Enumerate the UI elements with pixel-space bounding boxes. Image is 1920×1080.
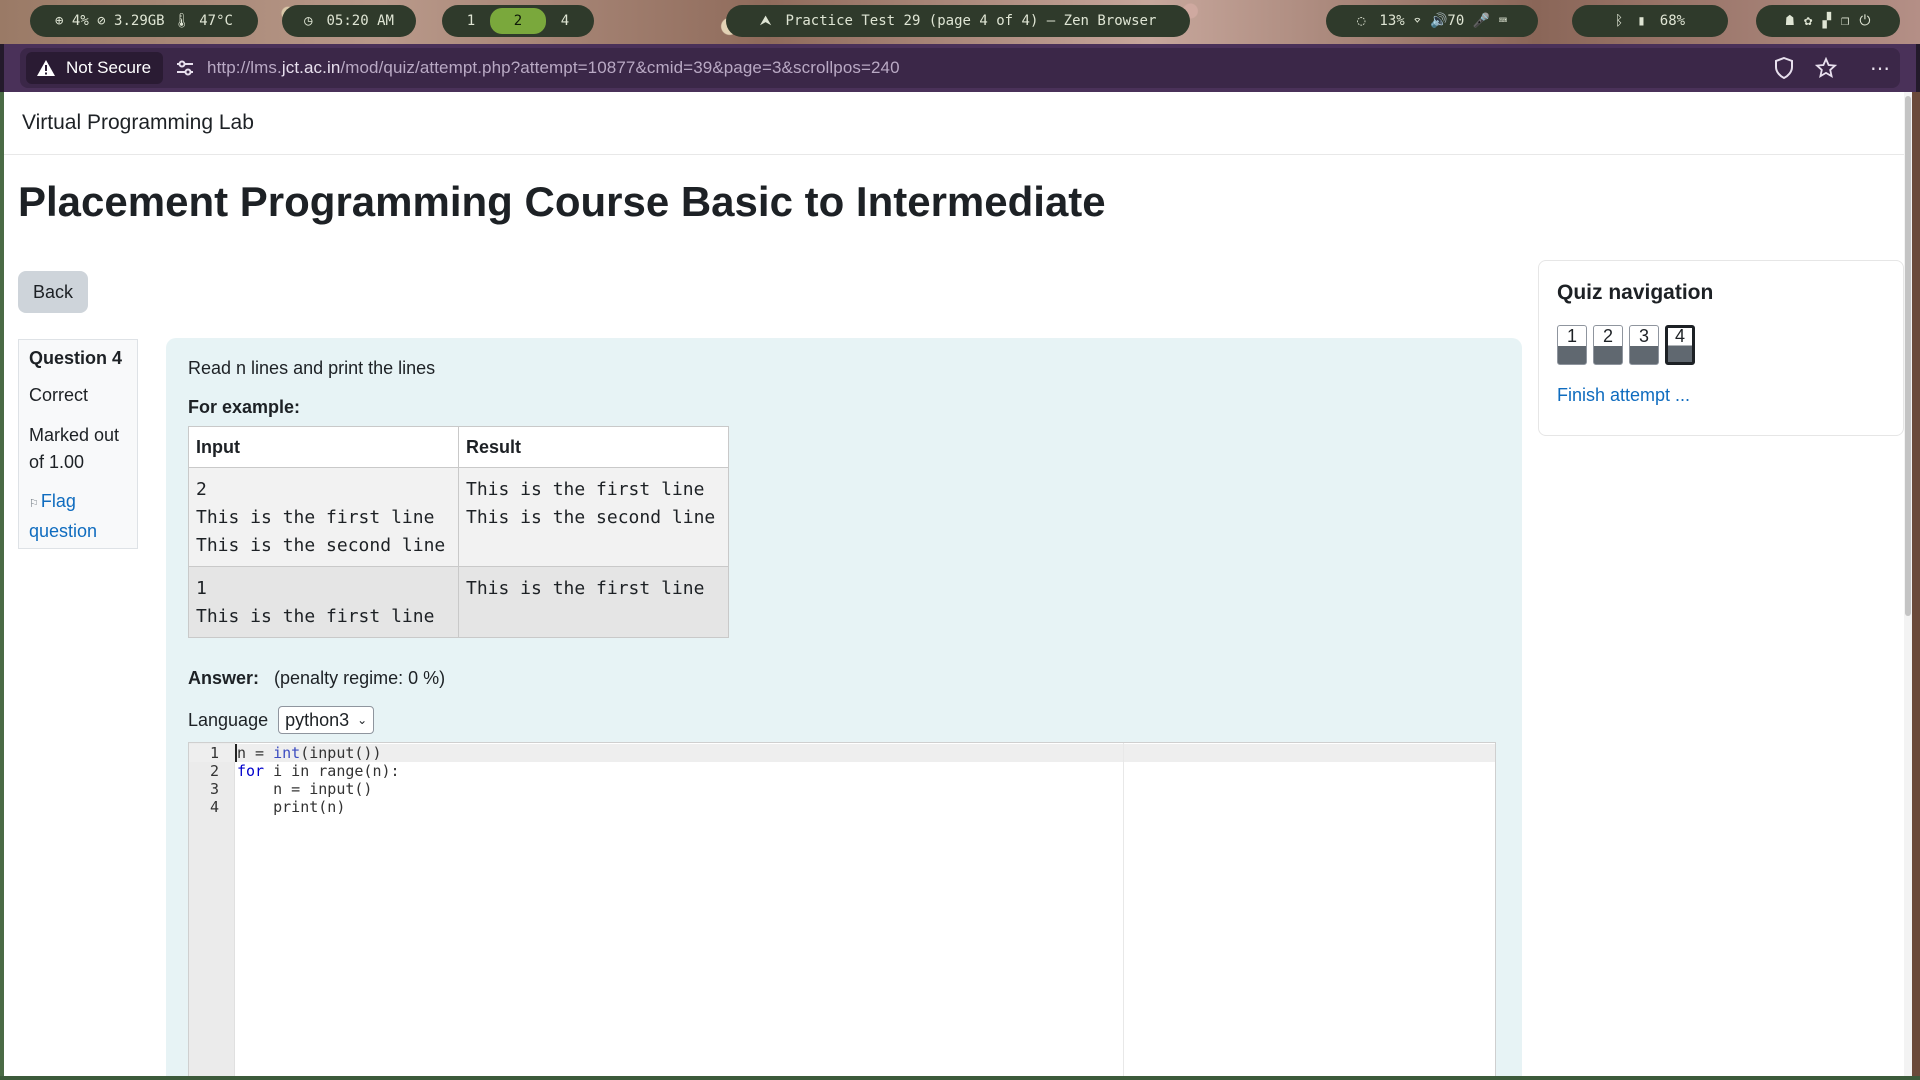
grid-icon[interactable]: ▞ [1822,13,1830,29]
example-table: Input Result 2 This is the first line Th… [188,426,729,638]
page-scrollbar[interactable] [1904,92,1912,1080]
flag-question-link[interactable]: ⚐ Flag question [29,488,127,545]
code-line: 1 n = int(input()) [189,744,1495,762]
battery-icon: ▮ [1637,13,1646,29]
code-text: print(n) [237,798,346,816]
palette-icon[interactable]: ✿ [1804,13,1812,29]
flag-question-label: Flag question [29,491,98,541]
url-path: /mod/quiz/attempt.php?attempt=10877&cmid… [340,58,900,77]
site-navbar: Virtual Programming Lab [4,92,1912,155]
question-text: Read n lines and print the lines [188,358,436,378]
question-state: Correct [29,385,89,405]
line-number: 2 [209,762,219,780]
workspace-1[interactable]: 1 [458,13,484,29]
language-label: Language [188,709,269,730]
example-input-cell: 1 This is the first line [188,566,459,638]
code-editor[interactable]: 1 n = int(input()) 2 for i in range(n): … [188,742,1496,1080]
code-line: 3 n = input() [189,780,1495,798]
flag-icon: ⚐ [29,498,39,510]
example-result-cell: This is the first line This is the secon… [458,467,729,567]
cpu-ring-icon: ◌ [1356,13,1366,29]
bookmark-star-icon[interactable] [1814,56,1838,80]
system-status-pill[interactable]: ◌ 13% ⌔ 🔊70 🎤 ⌨ [1326,5,1538,37]
site-settings-icon[interactable] [173,56,197,80]
question-info-panel: Question 4 Correct Marked out of 1.00 ⚐ F… [18,339,138,549]
window-border-bottom [0,1076,1920,1080]
more-menu-icon[interactable]: ⋯ [1868,56,1892,80]
security-label: Not Secure [66,58,152,77]
workspace-2-active[interactable]: 2 [490,8,546,34]
code-line: 2 for i in range(n): [189,762,1495,780]
workspace-4[interactable]: 4 [552,13,578,29]
power-icon[interactable]: ⏻ [1859,13,1870,29]
workspaces-pill: 1 2 4 [442,5,594,37]
answer-header: Answer: (penalty regime: 0 %) [188,668,445,689]
chevron-down-icon: ⌄ [357,713,368,727]
system-stats-text: ⊕ 4% ⊘ 3.29GB 🌡 47°C [55,13,233,29]
penalty-text: (penalty regime: 0 %) [274,668,446,688]
window-title: Practice Test 29 (page 4 of 4) — Zen Bro… [785,13,1157,29]
language-row: Language python3 ⌄ [188,706,375,734]
system-top-bar: ⊕ 4% ⊘ 3.29GB 🌡 47°C ◷ 05:20 AM 1 2 4 ⮝ … [0,0,1920,44]
battery-text: 68% [1659,13,1686,29]
example-result-cell: This is the first line [458,566,729,638]
quiz-nav-button-3[interactable]: 3 [1629,325,1659,365]
example-label: For example: [188,397,301,417]
quiz-navigation-buttons: 1 2 3 4 [1557,325,1695,365]
scrollbar-thumb[interactable] [1905,96,1911,616]
question-number: Question 4 [29,348,123,368]
question-formulation: Read n lines and print the lines For exa… [166,338,1522,1080]
language-select[interactable]: python3 ⌄ [278,706,375,734]
system-stats-pill: ⊕ 4% ⊘ 3.29GB 🌡 47°C [30,5,258,37]
clock-icon: ◷ [304,13,313,29]
ghost-icon[interactable]: ☗ [1786,13,1794,29]
question-grade: Marked out of 1.00 [29,425,120,472]
quiz-nav-button-1[interactable]: 1 [1557,325,1587,365]
clock-text: 05:20 AM [326,13,394,29]
language-value: python3 [285,709,350,730]
clock-pill[interactable]: ◷ 05:20 AM [282,5,416,37]
code-text: for i in range(n): [237,762,400,780]
line-number: 3 [209,780,219,798]
example-table-header: Input Result [188,426,729,468]
url-prefix: http://lms. [207,58,282,77]
url-domain: jct.ac.in [281,58,341,77]
finish-attempt-link[interactable]: Finish attempt ... [1557,385,1690,406]
code-line: 4 print(n) [189,798,1495,816]
line-number: 1 [209,744,219,762]
system-status-text: 13% ⌔ 🔊70 🎤 ⌨ [1379,13,1508,29]
address-bar[interactable]: Not Secure http://lms.jct.ac.in/mod/quiz… [20,48,1900,88]
line-number: 4 [209,798,219,816]
window-border-left [0,92,4,1080]
web-page: Virtual Programming Lab Placement Progra… [4,92,1912,1080]
code-text: n = input() [237,780,373,798]
table-row: 2 This is the first line This is the sec… [188,467,729,567]
site-name-link[interactable]: Virtual Programming Lab [22,111,254,135]
browser-toolbar: Not Secure http://lms.jct.ac.in/mod/quiz… [0,44,1920,92]
answer-label: Answer: [188,668,260,688]
quiz-navigation-title: Quiz navigation [1557,281,1714,304]
quiz-nav-button-4-current[interactable]: 4 [1665,325,1695,365]
security-indicator[interactable]: Not Secure [26,52,164,84]
window-title-pill: ⮝ Practice Test 29 (page 4 of 4) — Zen B… [726,5,1190,37]
table-row: 1 This is the first line This is the fir… [188,566,729,638]
example-input-cell: 2 This is the first line This is the sec… [188,467,459,567]
quiz-navigation-block: Quiz navigation 1 2 3 4 Finish attempt .… [1538,260,1904,436]
column-header-input: Input [188,426,459,468]
course-title: Placement Programming Course Basic to In… [18,178,1106,225]
battery-pill[interactable]: ᛒ ▮ 68% [1572,5,1728,37]
url-text[interactable]: http://lms.jct.ac.in/mod/quiz/attempt.ph… [207,58,900,78]
column-header-result: Result [458,426,729,468]
app-launcher-icon: ⮝ [759,13,772,29]
power-pill: ☗ ✿ ▞ ❐ ⏻ [1756,5,1900,37]
copy-icon[interactable]: ❐ [1841,13,1849,29]
bluetooth-icon: ᛒ [1614,13,1624,29]
warning-icon [37,60,55,76]
quiz-nav-button-2[interactable]: 2 [1593,325,1623,365]
code-text: n = int(input()) [237,744,382,762]
shield-icon[interactable] [1772,56,1796,80]
back-button[interactable]: Back [18,271,88,313]
url-actions: ⋯ [1772,48,1892,88]
